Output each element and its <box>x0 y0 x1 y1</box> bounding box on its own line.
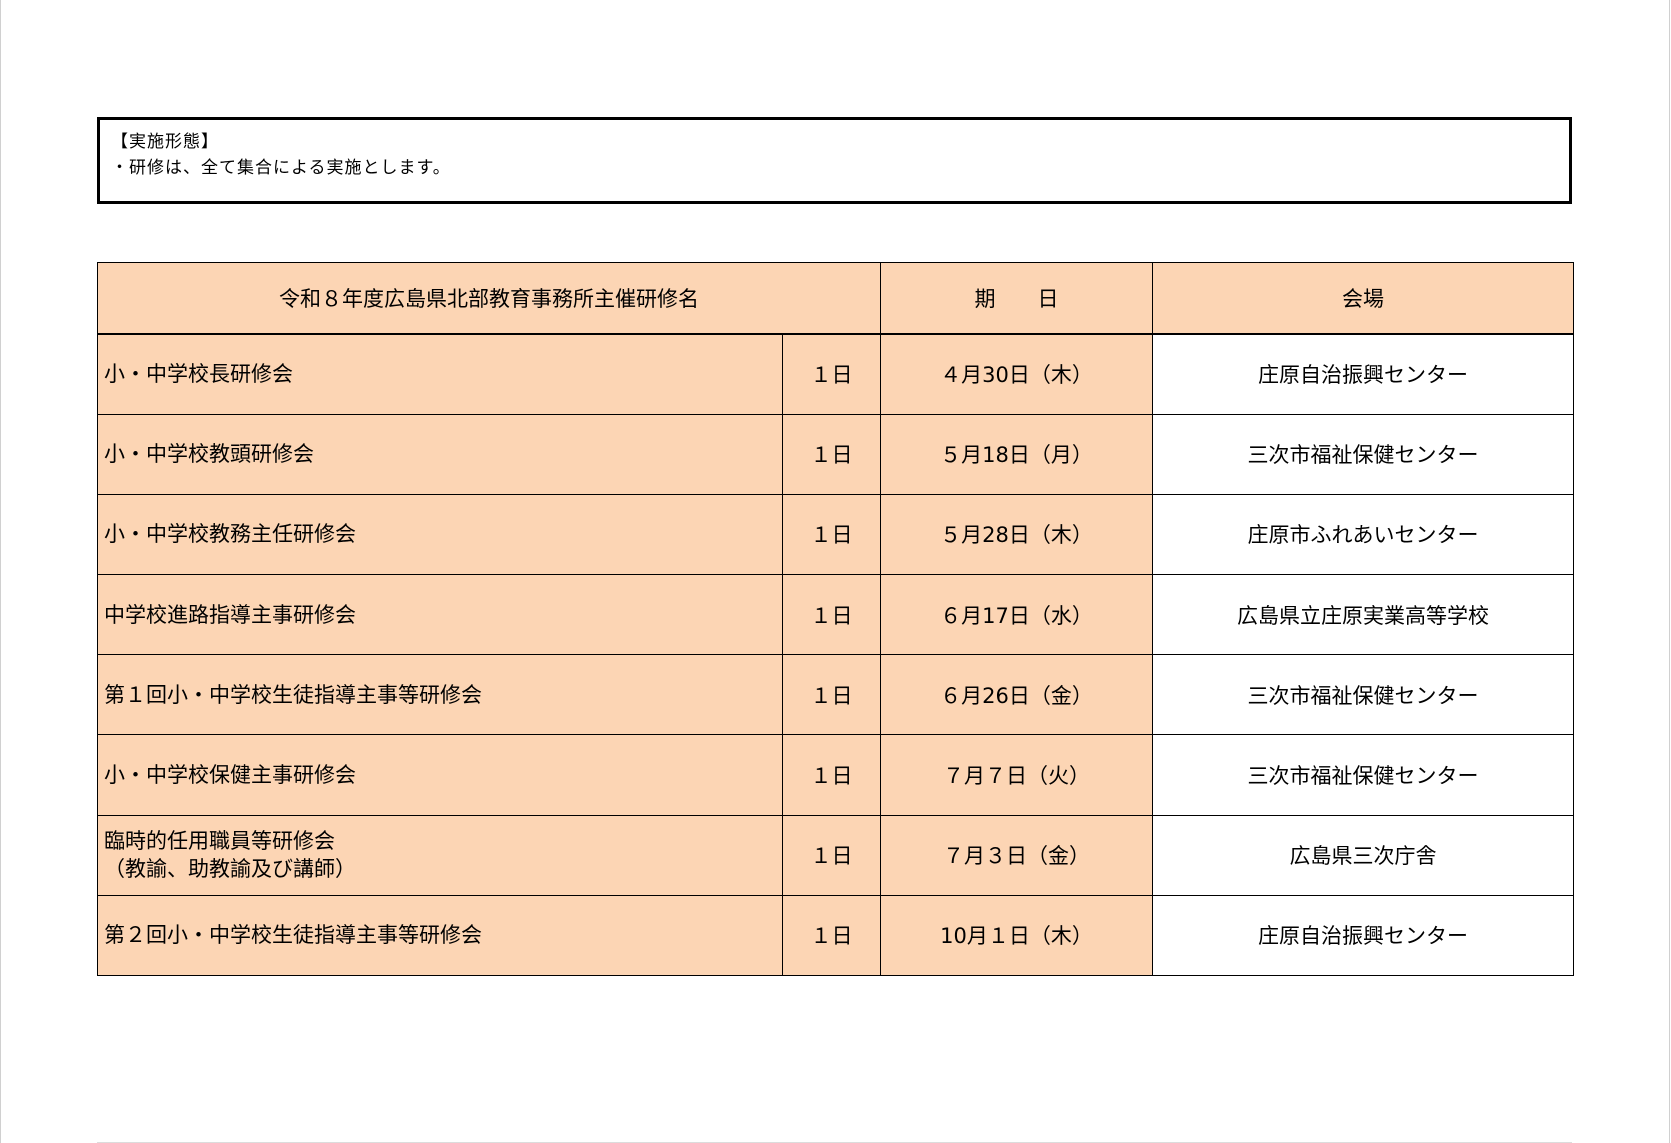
date-cell: 10月１日（木） <box>880 894 1153 977</box>
training-name-subtitle: （教諭、助教諭及び講師） <box>104 857 356 882</box>
training-name-cell: 第１回小・中学校生徒指導主事等研修会 <box>97 654 783 736</box>
table-header-row: 令和８年度広島県北部教育事務所主催研修名 期 日 会場 <box>97 262 1574 335</box>
training-name-cell: 小・中学校教頭研修会 <box>97 413 783 495</box>
venue-cell: 三次市福祉保健センター <box>1152 734 1574 816</box>
training-name: 小・中学校長研修会 <box>104 362 293 387</box>
training-name: 第１回小・中学校生徒指導主事等研修会 <box>104 682 482 707</box>
date-cell: ５月28日（木） <box>880 493 1153 576</box>
table-row: 第１回小・中学校生徒指導主事等研修会 １日 ６月26日（金） 三次市福祉保健セン… <box>97 654 1574 736</box>
note-body: ・研修は、全て集合による実施とします。 <box>111 158 451 178</box>
venue-cell: 広島県立庄原実業高等学校 <box>1152 574 1574 656</box>
venue-cell: 庄原自治振興センター <box>1152 333 1574 415</box>
duration-cell: １日 <box>782 333 881 415</box>
duration-cell: １日 <box>782 734 881 816</box>
date-cell: ５月18日（月） <box>880 413 1153 495</box>
page-edge-right <box>1669 0 1670 1143</box>
implementation-note-box: 【実施形態】 ・研修は、全て集合による実施とします。 <box>97 117 1572 204</box>
duration-cell: １日 <box>782 493 881 576</box>
duration-cell: １日 <box>782 574 881 656</box>
training-name-cell: 小・中学校教務主任研修会 <box>97 493 783 576</box>
training-name-cell: 小・中学校保健主事研修会 <box>97 734 783 816</box>
training-name: 中学校進路指導主事研修会 <box>104 602 356 627</box>
venue-cell: 庄原市ふれあいセンター <box>1152 493 1574 576</box>
header-date: 期 日 <box>880 262 1153 335</box>
table-row: 小・中学校教頭研修会 １日 ５月18日（月） 三次市福祉保健センター <box>97 413 1574 495</box>
training-name-cell: 臨時的任用職員等研修会 （教諭、助教諭及び講師） <box>97 814 783 896</box>
training-name: 小・中学校教務主任研修会 <box>104 522 356 547</box>
training-name: 臨時的任用職員等研修会 <box>104 829 335 854</box>
duration-cell: １日 <box>782 814 881 896</box>
duration-cell: １日 <box>782 654 881 736</box>
training-schedule-table: 令和８年度広島県北部教育事務所主催研修名 期 日 会場 小・中学校長研修会 １日… <box>97 262 1574 977</box>
training-name-cell: 中学校進路指導主事研修会 <box>97 574 783 656</box>
training-name: 第２回小・中学校生徒指導主事等研修会 <box>104 923 482 948</box>
note-heading: 【実施形態】 <box>111 132 219 152</box>
training-name-cell: 第２回小・中学校生徒指導主事等研修会 <box>97 894 783 977</box>
page-edge-left <box>0 0 1 1143</box>
venue-cell: 三次市福祉保健センター <box>1152 413 1574 495</box>
date-cell: ６月17日（水） <box>880 574 1153 656</box>
venue-cell: 広島県三次庁舎 <box>1152 814 1574 896</box>
table-row: 小・中学校教務主任研修会 １日 ５月28日（木） 庄原市ふれあいセンター <box>97 493 1574 576</box>
venue-cell: 三次市福祉保健センター <box>1152 654 1574 736</box>
date-cell: ６月26日（金） <box>880 654 1153 736</box>
duration-cell: １日 <box>782 894 881 977</box>
table-row: 臨時的任用職員等研修会 （教諭、助教諭及び講師） １日 ７月３日（金） 広島県三… <box>97 814 1574 896</box>
table-row: 小・中学校長研修会 １日 ４月30日（木） 庄原自治振興センター <box>97 333 1574 415</box>
training-name-cell: 小・中学校長研修会 <box>97 333 783 415</box>
date-cell: ７月３日（金） <box>880 814 1153 896</box>
date-cell: ４月30日（木） <box>880 333 1153 415</box>
table-row: 小・中学校保健主事研修会 １日 ７月７日（火） 三次市福祉保健センター <box>97 734 1574 816</box>
table-row: 第２回小・中学校生徒指導主事等研修会 １日 10月１日（木） 庄原自治振興センタ… <box>97 894 1574 977</box>
header-training-name: 令和８年度広島県北部教育事務所主催研修名 <box>97 262 881 335</box>
table-row: 中学校進路指導主事研修会 １日 ６月17日（水） 広島県立庄原実業高等学校 <box>97 574 1574 656</box>
duration-cell: １日 <box>782 413 881 495</box>
venue-cell: 庄原自治振興センター <box>1152 894 1574 977</box>
date-cell: ７月７日（火） <box>880 734 1153 816</box>
training-name: 小・中学校保健主事研修会 <box>104 763 356 788</box>
header-venue: 会場 <box>1152 262 1574 335</box>
training-name: 小・中学校教頭研修会 <box>104 442 314 467</box>
